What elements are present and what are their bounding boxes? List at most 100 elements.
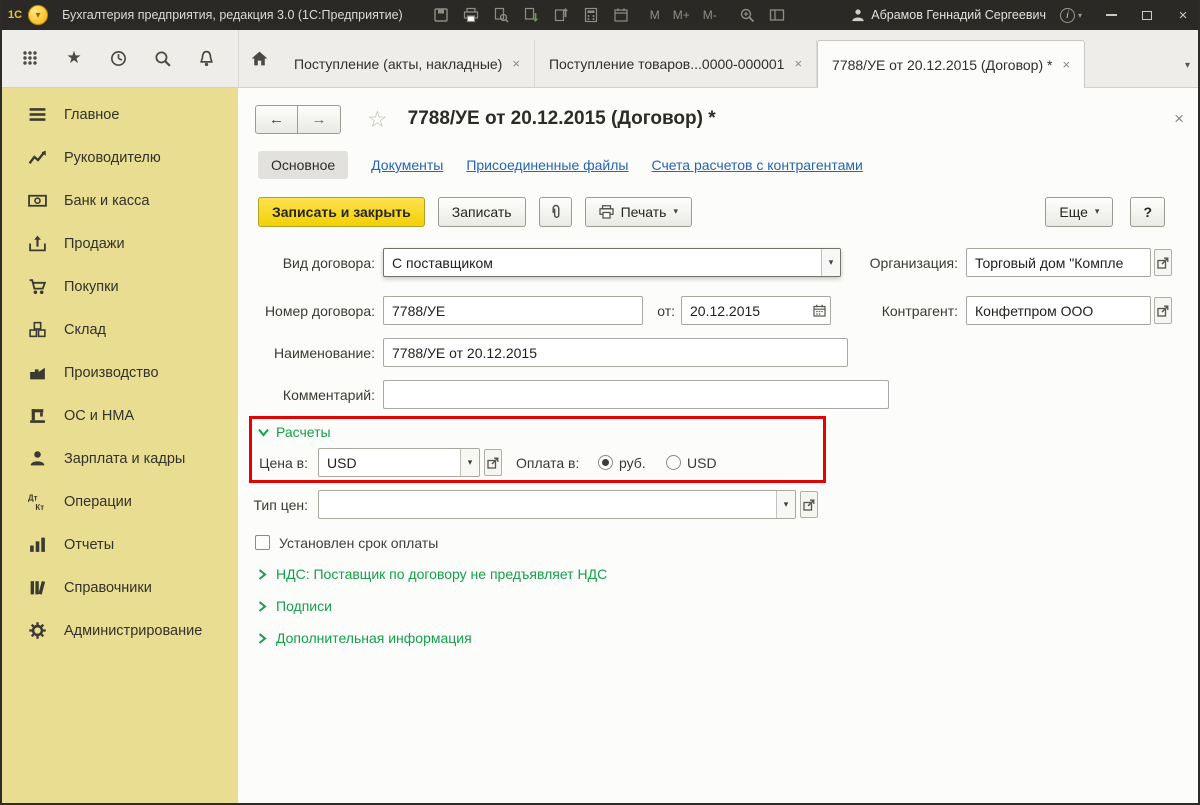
print-icon[interactable]: [463, 7, 480, 24]
memory-mplus-button[interactable]: М+: [673, 8, 690, 22]
tab-postuplenie-tovarov[interactable]: Поступление товаров...0000-000001 ×: [535, 40, 818, 87]
sidebar-item-glavnoe[interactable]: Главное: [2, 93, 238, 136]
calc-memory-buttons: М М+ М-: [650, 8, 717, 22]
sidebar-item-zarplata-i-kadry[interactable]: Зарплата и кадры: [2, 437, 238, 480]
close-window-button[interactable]: ×: [1176, 8, 1190, 23]
payment-term-checkbox[interactable]: [255, 535, 270, 550]
payment-usd-option[interactable]: USD: [666, 448, 717, 477]
favorites-star-icon[interactable]: ★: [64, 48, 84, 68]
tab-dogovor-7788[interactable]: 7788/УЕ от 20.12.2015 (Договор) * ×: [817, 40, 1086, 88]
chevron-right-icon: [258, 568, 267, 580]
print-button[interactable]: Печать ▾: [584, 196, 692, 227]
name-input[interactable]: 7788/УЕ от 20.12.2015: [383, 338, 848, 367]
tab-postuplenie-akty[interactable]: Поступление (акты, накладные) ×: [280, 40, 535, 87]
dt-kt-icon: ДтКт: [28, 493, 44, 511]
user-menu[interactable]: Абрамов Геннадий Сергеевич: [851, 8, 1046, 22]
print-preview-icon[interactable]: [493, 7, 510, 24]
open-tabs: Поступление (акты, накладные) × Поступле…: [280, 29, 1198, 88]
home-button[interactable]: [238, 29, 280, 87]
favorite-star-icon[interactable]: ☆: [367, 107, 388, 131]
info-icon: i: [1059, 7, 1075, 23]
tab-close-icon[interactable]: ×: [1062, 57, 1070, 72]
contract-number-input[interactable]: 7788/УЕ: [383, 296, 643, 325]
sidebar-item-operacii[interactable]: Дт Кт Операции: [2, 480, 238, 523]
command-bar: Записать и закрыть Записать Печать ▾ Еще…: [258, 196, 1165, 227]
form-close-icon[interactable]: ×: [1174, 109, 1184, 129]
sidebar-item-proizvodstvo[interactable]: Производство: [2, 351, 238, 394]
calendar-icon: [813, 304, 826, 317]
more-button[interactable]: Еще ▾: [1045, 196, 1114, 227]
functions-menu-icon[interactable]: [20, 48, 40, 68]
payment-rub-option[interactable]: руб.: [598, 448, 646, 477]
chevron-down-icon[interactable]: ▾: [776, 491, 795, 518]
payment-in-label: Оплата в:: [516, 454, 580, 471]
memory-m-button[interactable]: М: [650, 8, 660, 22]
sidebar-item-rukovoditelyu[interactable]: Руководителю: [2, 136, 238, 179]
document-form: ← → ☆ 7788/УЕ от 20.12.2015 (Договор) * …: [238, 88, 1198, 803]
send-document-icon[interactable]: [553, 7, 570, 24]
sidebar-item-os-i-nma[interactable]: ОС и НМА: [2, 394, 238, 437]
sidebar-item-prodazhi[interactable]: Продажи: [2, 222, 238, 265]
save-button[interactable]: Записать: [437, 196, 526, 227]
minimize-button[interactable]: [1104, 8, 1118, 22]
save-to-file-icon[interactable]: [523, 7, 540, 24]
sidebar-item-administrirovanie[interactable]: Администрирование: [2, 609, 238, 652]
contract-number-label: Номер договора:: [264, 302, 375, 319]
zoom-icon[interactable]: [739, 7, 756, 24]
calculator-icon[interactable]: [583, 7, 600, 24]
organization-open-button[interactable]: [1154, 249, 1172, 276]
sidebar-item-spravochniki[interactable]: Справочники: [2, 566, 238, 609]
titlebar-toolbar: [433, 7, 630, 24]
link-scheta-raschetov[interactable]: Счета расчетов с контрагентами: [651, 157, 862, 173]
panels-icon[interactable]: [769, 7, 786, 24]
additional-info-group-toggle[interactable]: Дополнительная информация: [258, 628, 472, 648]
tab-list-dropdown-icon[interactable]: ▾: [1185, 60, 1190, 71]
organization-field[interactable]: Торговый дом "Компле: [966, 248, 1151, 277]
calendar-icon[interactable]: [613, 7, 630, 24]
history-icon[interactable]: [108, 48, 128, 68]
link-dokumenty[interactable]: Документы: [371, 157, 443, 173]
calendar-picker-button[interactable]: [809, 297, 830, 324]
sidebar-item-pokupki[interactable]: Покупки: [2, 265, 238, 308]
chevron-down-icon: [258, 428, 269, 437]
date-input[interactable]: 20.12.2015: [681, 296, 831, 325]
price-type-select[interactable]: ▾: [318, 490, 796, 519]
calculations-group-toggle[interactable]: Расчеты: [258, 424, 331, 440]
payment-term-label[interactable]: Установлен срок оплаты: [279, 535, 438, 551]
radio-unselected-icon[interactable]: [666, 455, 681, 470]
chevron-down-icon[interactable]: ▾: [821, 249, 840, 276]
price-currency-select[interactable]: USD ▾: [318, 448, 480, 477]
tab-close-icon[interactable]: ×: [512, 56, 520, 71]
comment-input[interactable]: [383, 380, 889, 409]
signatures-group-toggle[interactable]: Подписи: [258, 596, 332, 616]
back-button[interactable]: ←: [255, 104, 298, 134]
1c-logo: 1С: [8, 9, 23, 21]
vat-group-toggle[interactable]: НДС: Поставщик по договору не предъявляе…: [258, 564, 607, 584]
notifications-bell-icon[interactable]: [196, 48, 216, 68]
counterparty-field[interactable]: Конфетпром ООО: [966, 296, 1151, 325]
maximize-button[interactable]: [1140, 8, 1154, 22]
tab-close-icon[interactable]: ×: [794, 56, 802, 71]
tab-osnovnoe[interactable]: Основное: [258, 151, 349, 179]
help-button[interactable]: ?: [1130, 196, 1165, 227]
sidebar-item-otchety[interactable]: Отчеты: [2, 523, 238, 566]
chevron-down-icon[interactable]: ▾: [460, 449, 479, 476]
price-type-open-button[interactable]: [800, 491, 818, 518]
price-currency-open-button[interactable]: [484, 449, 502, 476]
sidebar-item-bank-i-kassa[interactable]: Банк и касса: [2, 179, 238, 222]
memory-mminus-button[interactable]: М-: [703, 8, 717, 22]
contract-type-select[interactable]: С поставщиком ▾: [383, 248, 841, 277]
attach-file-button[interactable]: [538, 196, 572, 227]
info-button[interactable]: i ▾: [1059, 7, 1082, 23]
search-icon[interactable]: [152, 48, 172, 68]
save-icon[interactable]: [433, 7, 450, 24]
counterparty-open-button[interactable]: [1154, 297, 1172, 324]
save-and-close-button[interactable]: Записать и закрыть: [258, 196, 425, 227]
svg-text:Кт: Кт: [35, 503, 44, 511]
forward-button[interactable]: →: [298, 104, 341, 134]
main-menu-button[interactable]: ▾: [28, 5, 49, 25]
hamburger-icon: [29, 108, 46, 121]
link-prisoedinennye-fayly[interactable]: Присоединенные файлы: [466, 157, 628, 173]
radio-selected-icon[interactable]: [598, 455, 613, 470]
sidebar-item-sklad[interactable]: Склад: [2, 308, 238, 351]
